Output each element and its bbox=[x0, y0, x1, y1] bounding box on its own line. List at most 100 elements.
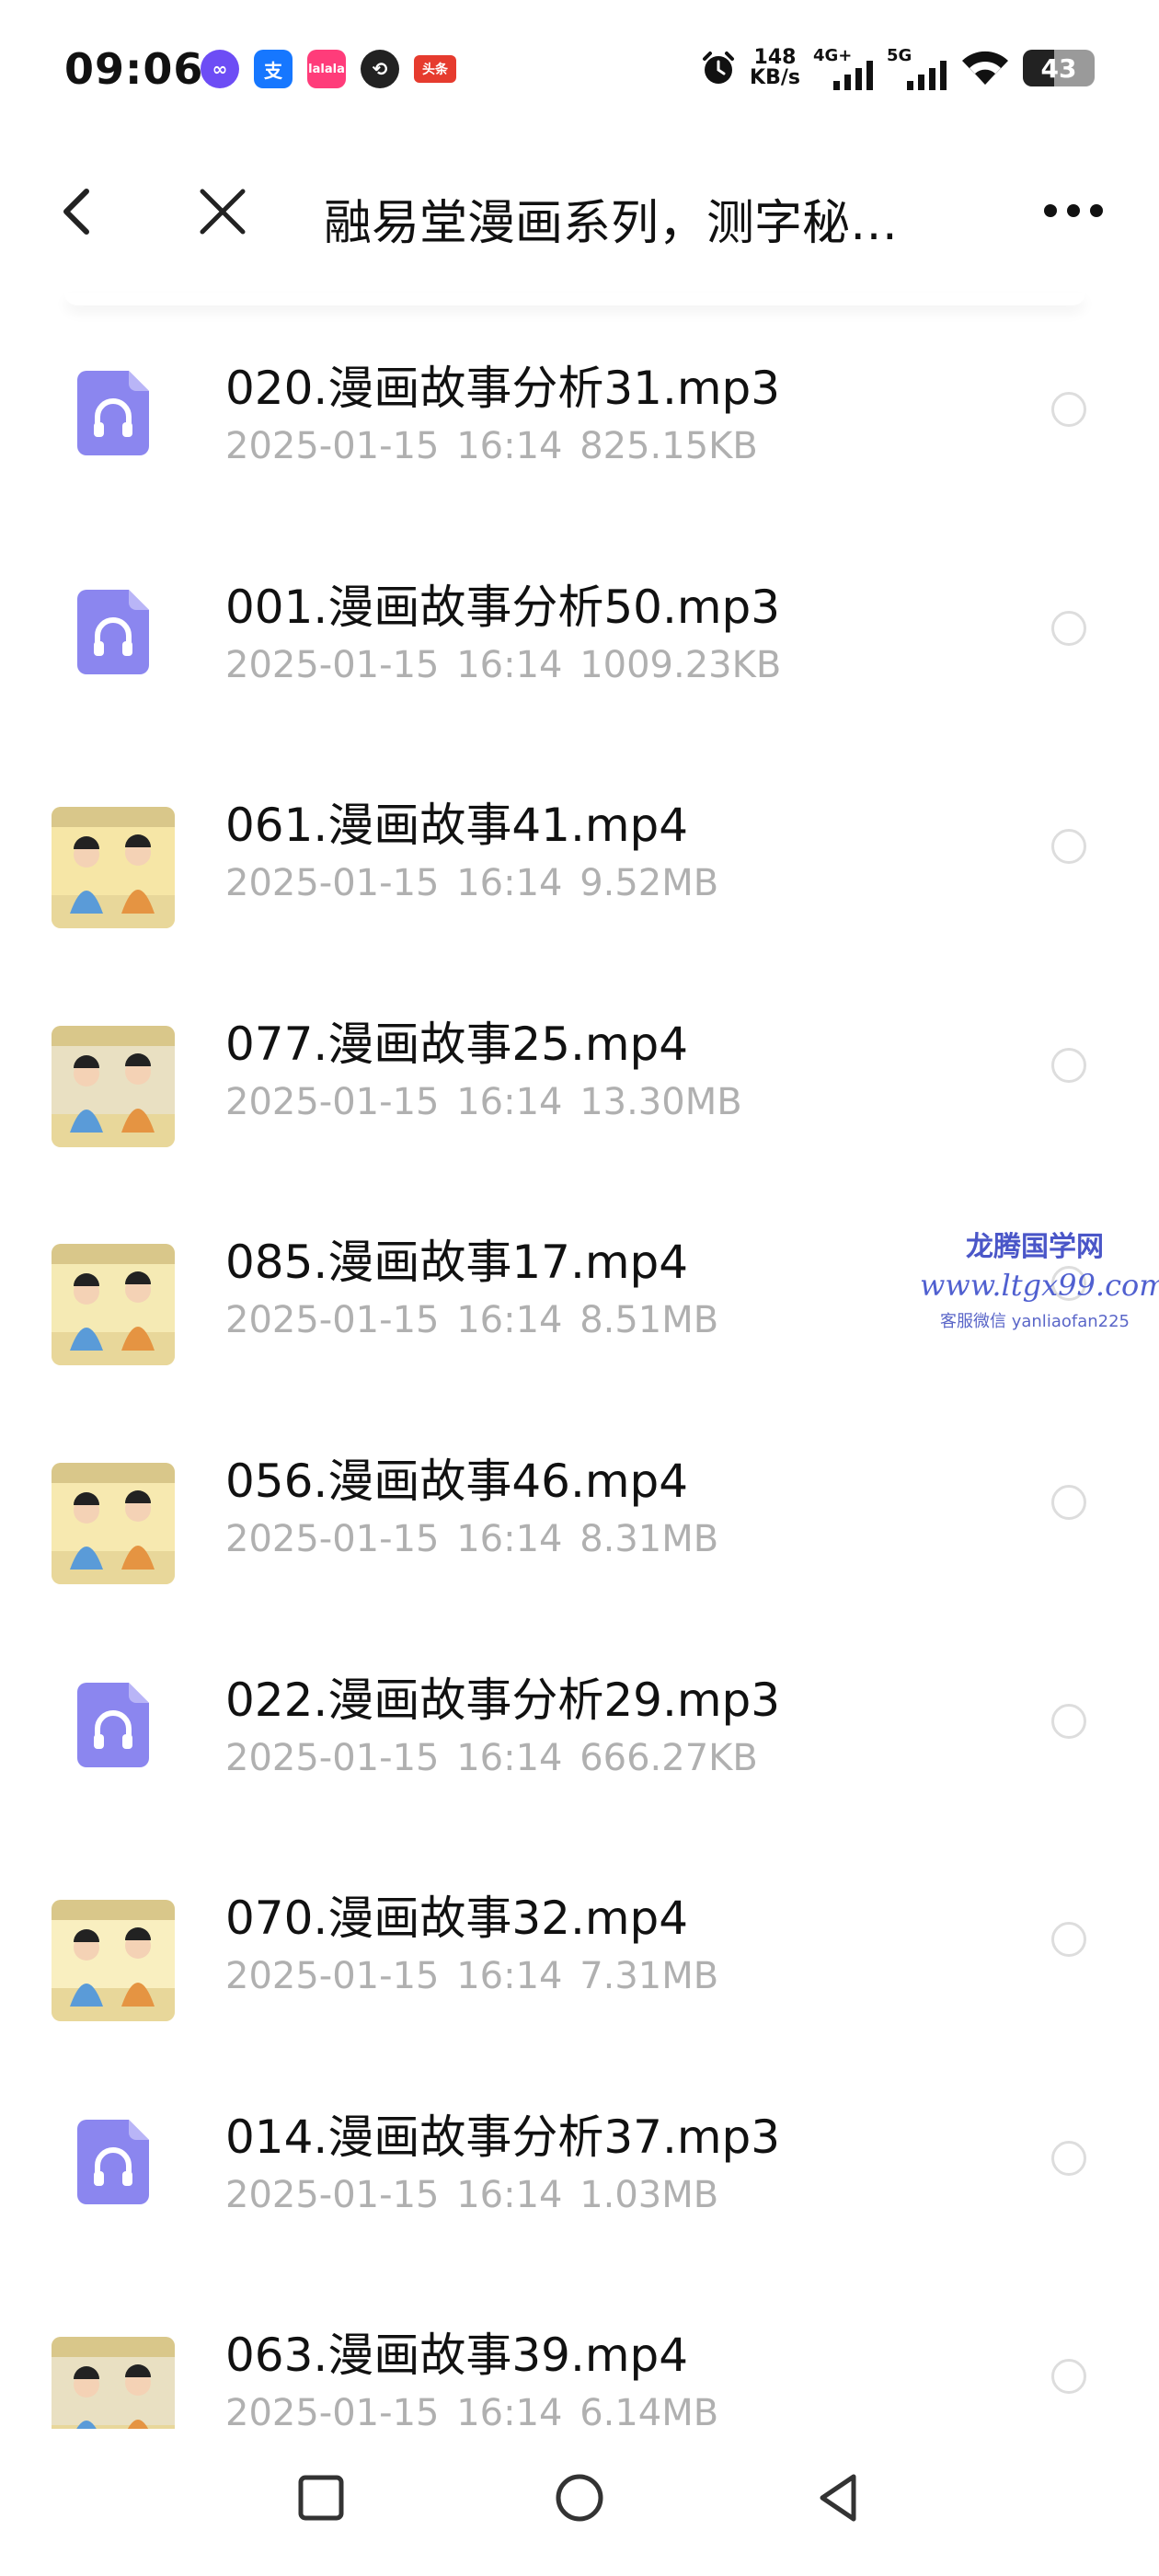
audio-file-icon bbox=[77, 1682, 149, 1767]
file-name: 061.漫画故事41.mp4 bbox=[225, 799, 689, 853]
file-time: 16:14 bbox=[456, 2173, 563, 2216]
alarm-clock-icon bbox=[703, 52, 735, 84]
file-list-item[interactable]: 001.漫画故事分析50.mp3 2025-01-15 16:14 1009.23… bbox=[0, 543, 1159, 762]
file-size: 8.51MB bbox=[580, 1299, 719, 1342]
file-date: 2025-01-15 bbox=[225, 1736, 440, 1779]
file-time: 16:14 bbox=[456, 1518, 563, 1560]
file-meta: 2025-01-15 16:14 7.31MB bbox=[225, 1955, 718, 1997]
file-size: 9.52MB bbox=[580, 862, 719, 905]
file-size: 7.31MB bbox=[580, 1955, 719, 1998]
watermark-contact: 客服微信 yanliaofan225 bbox=[940, 1312, 1130, 1331]
video-thumbnail bbox=[52, 1244, 175, 1366]
back-triangle-icon[interactable] bbox=[806, 2466, 870, 2530]
battery-indicator: 43 bbox=[1023, 50, 1095, 86]
file-name: 085.漫画故事17.mp4 bbox=[225, 1236, 689, 1290]
file-date: 2025-01-15 bbox=[225, 1299, 440, 1342]
file-time: 16:14 bbox=[456, 1955, 563, 1998]
file-name: 056.漫画故事46.mp4 bbox=[225, 1455, 689, 1508]
file-name: 022.漫画故事分析29.mp3 bbox=[225, 1673, 781, 1727]
file-time: 16:14 bbox=[456, 862, 563, 905]
file-size: 1.03MB bbox=[580, 2173, 719, 2216]
file-meta: 2025-01-15 16:14 8.51MB bbox=[225, 1299, 718, 1341]
select-radio-button[interactable] bbox=[1051, 1047, 1086, 1083]
swirl-app-icon: ⟲ bbox=[361, 50, 399, 88]
file-size: 13.30MB bbox=[580, 1080, 742, 1123]
close-icon[interactable] bbox=[197, 186, 248, 237]
file-meta: 2025-01-15 16:14 666.27KB bbox=[225, 1737, 758, 1779]
video-thumbnail bbox=[52, 807, 175, 929]
system-icons: 148 KB/s 4G+ 5G 43 bbox=[700, 46, 1095, 90]
file-name: 001.漫画故事分析50.mp3 bbox=[225, 580, 781, 634]
network-speed: 148 KB/s bbox=[750, 48, 800, 88]
file-time: 16:14 bbox=[456, 425, 563, 467]
video-thumbnail bbox=[52, 1463, 175, 1584]
file-list-item[interactable]: 056.漫画故事46.mp4 2025-01-15 16:14 8.31MB bbox=[0, 1417, 1159, 1636]
notification-app-icons: ∞ 支 lalala ⟲ 头条 bbox=[201, 50, 456, 88]
file-list-item[interactable]: 022.漫画故事分析29.mp3 2025-01-15 16:14 666.27K… bbox=[0, 1636, 1159, 1855]
audio-file-icon bbox=[77, 371, 149, 455]
network-speed-unit: KB/s bbox=[750, 66, 800, 89]
select-radio-button[interactable] bbox=[1051, 2140, 1086, 2176]
header-divider bbox=[64, 293, 1085, 305]
file-time: 16:14 bbox=[456, 1736, 563, 1779]
file-date: 2025-01-15 bbox=[225, 862, 440, 905]
watermark: 龙腾国学网 www.ltgx99.com 客服微信 yanliaofan225 bbox=[920, 1224, 1159, 1332]
pink-app-icon: lalala bbox=[307, 50, 346, 88]
file-date: 2025-01-15 bbox=[225, 2173, 440, 2216]
recent-apps-icon[interactable] bbox=[289, 2466, 353, 2530]
signal-bars-icon bbox=[833, 61, 873, 90]
file-meta: 2025-01-15 16:14 8.31MB bbox=[225, 1518, 718, 1560]
battery-level: 43 bbox=[1040, 52, 1077, 84]
audio-file-icon bbox=[77, 2119, 149, 2204]
file-list-item[interactable]: 077.漫画故事25.mp4 2025-01-15 16:14 13.30MB bbox=[0, 980, 1159, 1199]
signal-4g: 4G+ bbox=[813, 46, 874, 90]
watermark-site-name: 龙腾国学网 bbox=[966, 1231, 1104, 1263]
video-thumbnail bbox=[52, 1025, 175, 1147]
select-radio-button[interactable] bbox=[1051, 1485, 1086, 1520]
file-name: 077.漫画故事25.mp4 bbox=[225, 1017, 689, 1071]
file-meta: 2025-01-15 16:14 13.30MB bbox=[225, 1081, 742, 1123]
audio-file-icon bbox=[77, 589, 149, 674]
alipay-app-icon: 支 bbox=[254, 50, 293, 88]
file-name: 020.漫画故事分析31.mp3 bbox=[225, 362, 781, 415]
file-date: 2025-01-15 bbox=[225, 643, 440, 686]
file-time: 16:14 bbox=[456, 1080, 563, 1123]
video-thumbnail bbox=[52, 1900, 175, 2022]
file-date: 2025-01-15 bbox=[225, 425, 440, 467]
home-icon[interactable] bbox=[547, 2466, 612, 2530]
file-list-item[interactable]: 014.漫画故事分析37.mp3 2025-01-15 16:14 1.03MB bbox=[0, 2073, 1159, 2292]
file-meta: 2025-01-15 16:14 825.15KB bbox=[225, 425, 758, 467]
status-bar: 09:06 ∞ 支 lalala ⟲ 头条 148 KB/s 4G+ 5G 43 bbox=[0, 0, 1159, 138]
wifi-icon bbox=[962, 51, 1008, 85]
file-meta: 2025-01-15 16:14 1009.23KB bbox=[225, 644, 781, 686]
file-name: 014.漫画故事分析37.mp3 bbox=[225, 2110, 781, 2164]
file-meta: 2025-01-15 16:14 9.52MB bbox=[225, 862, 718, 904]
toutiao-app-icon: 头条 bbox=[414, 55, 456, 83]
page-title: 融易堂漫画系列，测字秘… bbox=[324, 196, 899, 251]
signal-bars-icon bbox=[907, 61, 947, 90]
select-radio-button[interactable] bbox=[1051, 829, 1086, 865]
file-list-item[interactable]: 020.漫画故事分析31.mp3 2025-01-15 16:14 825.15K… bbox=[0, 324, 1159, 543]
network-speed-value: 148 bbox=[753, 46, 797, 69]
more-options-icon[interactable] bbox=[1041, 197, 1106, 224]
file-size: 1009.23KB bbox=[580, 643, 782, 686]
file-size: 8.31MB bbox=[580, 1518, 719, 1560]
select-radio-button[interactable] bbox=[1051, 2359, 1086, 2395]
infinity-app-icon: ∞ bbox=[201, 50, 239, 88]
select-radio-button[interactable] bbox=[1051, 1703, 1086, 1739]
file-time: 16:14 bbox=[456, 643, 563, 686]
select-radio-button[interactable] bbox=[1051, 610, 1086, 646]
status-time: 09:06 bbox=[64, 44, 204, 94]
select-radio-button[interactable] bbox=[1051, 1922, 1086, 1958]
file-size: 825.15KB bbox=[580, 425, 758, 467]
file-date: 2025-01-15 bbox=[225, 1080, 440, 1123]
file-name: 070.漫画故事32.mp4 bbox=[225, 1892, 689, 1946]
file-list-item[interactable]: 061.漫画故事41.mp4 2025-01-15 16:14 9.52MB bbox=[0, 761, 1159, 980]
file-meta: 2025-01-15 16:14 1.03MB bbox=[225, 2174, 718, 2216]
file-list-item[interactable]: 070.漫画故事32.mp4 2025-01-15 16:14 7.31MB bbox=[0, 1854, 1159, 2073]
select-radio-button[interactable] bbox=[1051, 392, 1086, 427]
file-time: 16:14 bbox=[456, 1299, 563, 1342]
file-date: 2025-01-15 bbox=[225, 1955, 440, 1998]
file-date: 2025-01-15 bbox=[225, 1518, 440, 1560]
back-arrow-icon[interactable] bbox=[55, 184, 101, 239]
